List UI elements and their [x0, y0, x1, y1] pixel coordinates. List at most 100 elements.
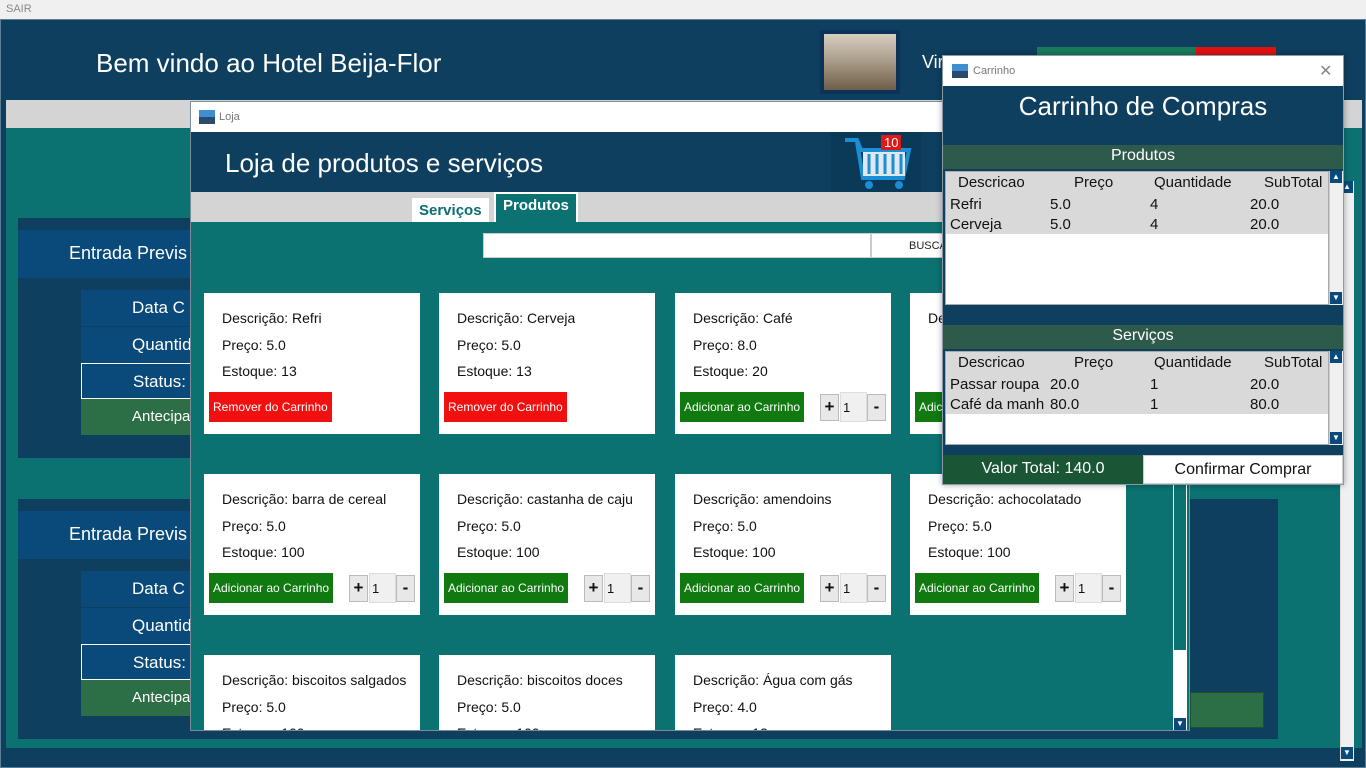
cell-preco: 5.0 [1050, 196, 1071, 213]
close-icon[interactable]: ✕ [1319, 61, 1332, 81]
cell-descricao: Refri [950, 196, 982, 213]
product-stock: Estoque: 13 [222, 363, 297, 379]
product-price: Preço: 5.0 [928, 518, 992, 534]
antecipar-button[interactable]: Antecipa [81, 680, 193, 716]
increment-button[interactable]: + [1055, 575, 1074, 602]
column-header: Descricao [958, 354, 1025, 371]
produtos-scrollbar[interactable]: ▲ ▼ [1329, 171, 1343, 305]
cart-button[interactable]: 10 [831, 132, 921, 192]
product-description: Descrição: barra de cereal [222, 491, 387, 507]
antecipar-button[interactable]: Antecipa [81, 399, 193, 435]
cell-subtotal: 20.0 [1250, 216, 1280, 233]
action-button[interactable] [1190, 692, 1264, 728]
scroll-up-icon[interactable]: ▲ [1330, 351, 1342, 363]
sair-link[interactable]: SAIR [6, 3, 32, 15]
product-card: Descrição: biscoitos doces Preço: 5.0 Es… [439, 655, 655, 730]
column-header: Quantidade [1154, 354, 1232, 371]
scroll-down-icon[interactable]: ▼ [1330, 432, 1342, 444]
decrement-button[interactable]: - [396, 575, 415, 602]
product-card: Descrição: castanha de caju Preço: 5.0 E… [439, 474, 655, 615]
cell-preco: 80.0 [1050, 396, 1080, 413]
column-header: Preço [1074, 174, 1114, 191]
increment-button[interactable]: + [820, 394, 839, 421]
quantity-field[interactable]: 1 [604, 573, 631, 603]
product-description: Descrição: amendoins [693, 491, 832, 507]
table-row[interactable]: Passar roupa 20.0 1 20.0 [946, 374, 1328, 394]
product-card: Descrição: biscoitos salgados Preço: 5.0… [204, 655, 420, 730]
product-stock: Estoque: 100 [457, 544, 540, 560]
column-header: Preço [1074, 354, 1114, 371]
booking-header: Entrada Previs [18, 511, 192, 559]
total-value: Valor Total: 140.0 [943, 455, 1143, 484]
carrinho-window: Carrinho ✕ Carrinho de Compras Produtos … [942, 55, 1344, 485]
cell-quantidade: 1 [1150, 396, 1159, 413]
add-to-cart-button[interactable]: Adicionar ao Carrinho [680, 573, 805, 603]
servicos-section-header: Serviços [943, 325, 1343, 349]
product-stock: Estoque: 12 [693, 725, 768, 730]
quantity-field[interactable]: 1 [1075, 573, 1102, 603]
confirm-purchase-button[interactable]: Confirmar Comprar [1143, 455, 1343, 484]
scroll-up-icon[interactable]: ▲ [1330, 171, 1342, 183]
produtos-table: Descricao Preço Quantidade SubTotal Refr… [945, 171, 1329, 305]
product-price: Preço: 5.0 [693, 518, 757, 534]
topbar: SAIR [0, 0, 1366, 19]
product-card: Descrição: Refri Preço: 5.0 Estoque: 13 … [204, 293, 420, 434]
booking-quantity: Quantid [81, 327, 193, 363]
booking-date: Data C [81, 290, 193, 326]
product-description: Descrição: Água com gás [693, 672, 853, 688]
cell-descricao: Cerveja [950, 216, 1002, 233]
quantity-field[interactable]: 1 [369, 573, 396, 603]
product-description: Descrição: castanha de caju [457, 491, 633, 507]
quantity-field[interactable]: 1 [840, 573, 867, 603]
product-stock: Estoque: 100 [928, 544, 1011, 560]
decrement-button[interactable]: - [631, 575, 650, 602]
cell-subtotal: 20.0 [1250, 376, 1280, 393]
scroll-down-icon[interactable]: ▼ [1174, 718, 1186, 730]
product-stock: Estoque: 100 [222, 544, 305, 560]
add-to-cart-button[interactable]: Adicionar ao Carrinho [915, 573, 1040, 603]
product-card: Descrição: Cerveja Preço: 5.0 Estoque: 1… [439, 293, 655, 434]
tab-servicos[interactable]: Serviços [412, 198, 489, 222]
add-to-cart-button[interactable]: Adicionar ao Carrinho [680, 392, 805, 422]
column-header: SubTotal [1264, 174, 1323, 191]
servicos-scrollbar[interactable]: ▲ ▼ [1329, 351, 1343, 445]
table-row[interactable]: Refri 5.0 4 20.0 [946, 194, 1328, 214]
cart-count-badge: 10 [881, 135, 902, 150]
remove-from-cart-button[interactable]: Remover do Carrinho [444, 392, 567, 422]
table-row[interactable]: Cerveja 5.0 4 20.0 [946, 214, 1328, 234]
cell-quantidade: 4 [1150, 196, 1159, 213]
decrement-button[interactable]: - [867, 575, 886, 602]
remove-from-cart-button[interactable]: Remover do Carrinho [209, 392, 332, 422]
booking-status: Status: [81, 363, 193, 399]
search-input[interactable] [483, 233, 871, 258]
produtos-section-header: Produtos [943, 145, 1343, 169]
table-header: Descricao Preço Quantidade SubTotal [946, 352, 1328, 374]
column-header: SubTotal [1264, 354, 1323, 371]
scroll-down-icon[interactable]: ▼ [1341, 747, 1353, 759]
add-to-cart-button[interactable]: Adicionar ao Carrinho [444, 573, 569, 603]
decrement-button[interactable]: - [867, 394, 886, 421]
increment-button[interactable]: + [820, 575, 839, 602]
add-to-cart-button[interactable]: Adicionar ao Carrinho [209, 573, 334, 603]
product-price: Preço: 4.0 [693, 699, 757, 715]
cell-preco: 5.0 [1050, 216, 1071, 233]
table-row[interactable]: Café da manhã 80.0 1 80.0 [946, 394, 1328, 414]
column-header: Quantidade [1154, 174, 1232, 191]
scroll-down-icon[interactable]: ▼ [1330, 292, 1342, 304]
product-card: Descrição: Água com gás Preço: 4.0 Estoq… [675, 655, 891, 730]
quantity-field[interactable]: 1 [840, 392, 867, 422]
carrinho-titlebar: Carrinho [943, 56, 1343, 86]
product-card: Descrição: amendoins Preço: 5.0 Estoque:… [675, 474, 891, 615]
tab-produtos[interactable]: Produtos [494, 192, 578, 222]
loja-title: Loja de produtos e serviços [225, 148, 543, 178]
shopping-cart-icon [845, 138, 912, 189]
increment-button[interactable]: + [349, 575, 368, 602]
product-description: Descrição: biscoitos doces [457, 672, 623, 688]
product-description: Descrição: biscoitos salgados [222, 672, 407, 688]
product-price: Preço: 5.0 [222, 699, 286, 715]
product-description: Descrição: Refri [222, 310, 322, 326]
decrement-button[interactable]: - [1102, 575, 1121, 602]
search-button[interactable]: BUSCA [871, 233, 951, 258]
product-price: Preço: 5.0 [222, 337, 286, 353]
increment-button[interactable]: + [584, 575, 603, 602]
